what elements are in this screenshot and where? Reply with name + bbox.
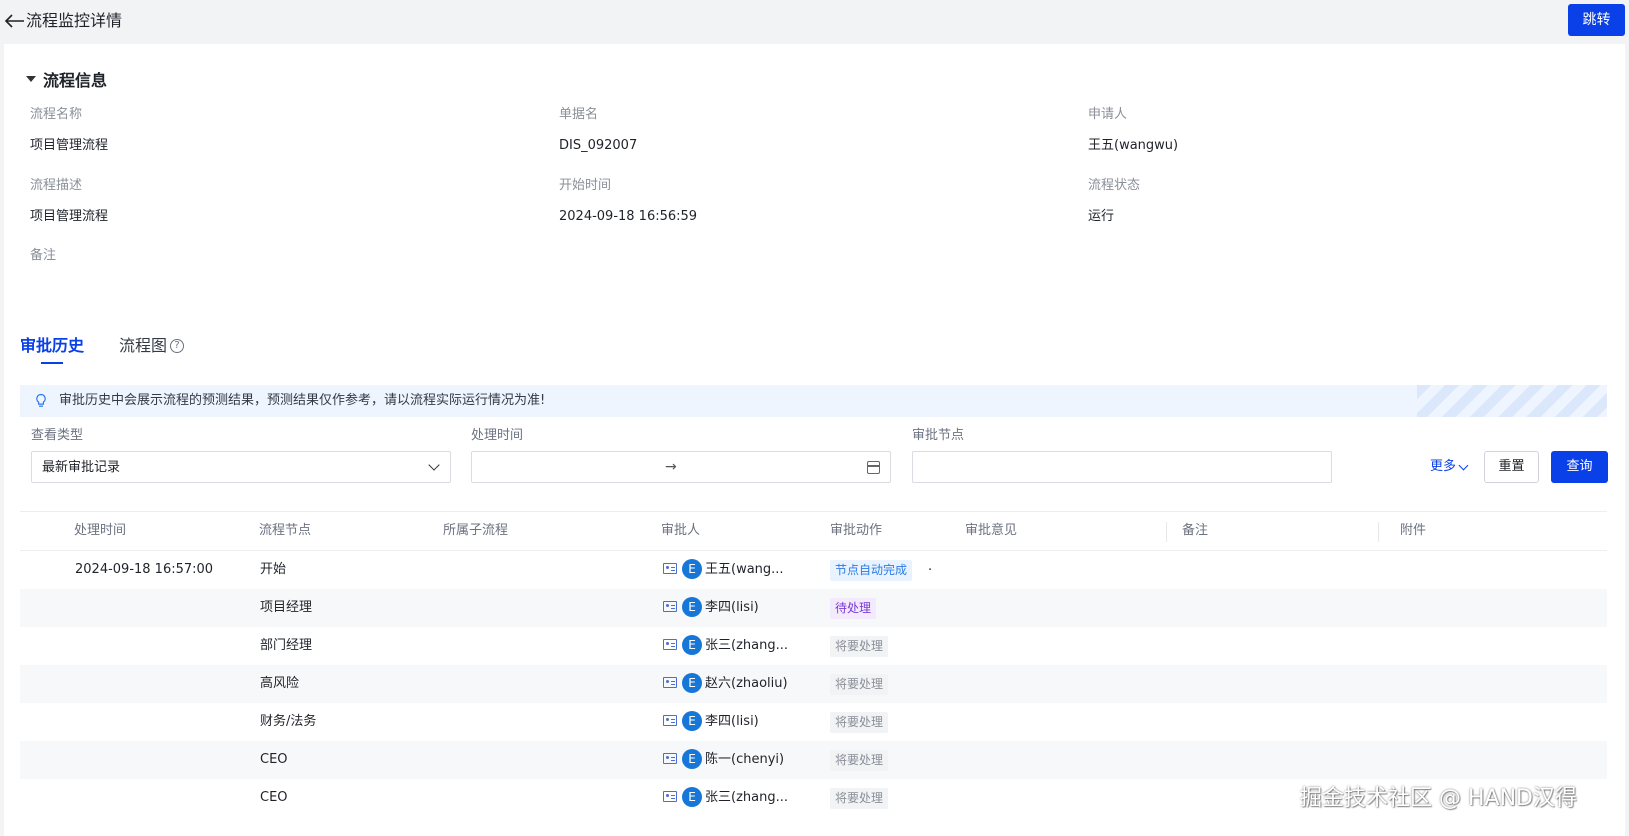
field-label: 单据名 xyxy=(559,107,599,122)
tab-approval-history[interactable]: 审批历史 xyxy=(20,335,84,357)
avatar: E xyxy=(682,635,702,655)
avatar: E xyxy=(682,559,702,579)
table-header: 处理时间 流程节点 所属子流程 审批人 审批动作 审批意见 备注 附件 xyxy=(20,511,1607,551)
cell-node: CEO xyxy=(260,790,288,805)
id-card-icon[interactable] xyxy=(663,601,677,612)
tab-label: 流程图 xyxy=(119,336,168,355)
jump-button[interactable]: 跳转 xyxy=(1568,4,1625,36)
chevron-down-icon xyxy=(1458,460,1469,470)
field-value: 王五(wangwu) xyxy=(1088,138,1179,153)
field-label: 备注 xyxy=(30,248,57,263)
cell-node: 部门经理 xyxy=(260,638,313,653)
help-icon[interactable]: ? xyxy=(170,339,185,353)
field-label: 申请人 xyxy=(1088,107,1128,122)
view-type-select[interactable]: 最新审批记录 xyxy=(31,451,451,483)
chevron-down-icon xyxy=(428,459,440,471)
id-card-icon[interactable] xyxy=(663,563,677,574)
cell-approver[interactable]: 李四(lisi) xyxy=(705,599,759,617)
id-card-icon[interactable] xyxy=(663,677,677,688)
cell-approver[interactable]: 张三(zhang... xyxy=(705,789,788,807)
cell-approver[interactable]: 张三(zhang... xyxy=(705,637,788,655)
table-row: 项目经理 E 李四(lisi) 待处理 xyxy=(20,589,1607,627)
page-title: 流程监控详情 xyxy=(26,11,123,30)
table-row: 财务/法务 E 李四(lisi) 将要处理 xyxy=(20,703,1607,741)
column-header: 流程节点 xyxy=(259,523,312,538)
field-value: DIS_092007 xyxy=(559,138,638,153)
status-badge: 将要处理 xyxy=(830,750,889,771)
filter-label-approval-node: 审批节点 xyxy=(912,428,965,443)
field-value: 2024-09-18 16:56:59 xyxy=(559,209,698,224)
field-label: 开始时间 xyxy=(559,178,612,193)
cell-approver[interactable]: 陈一(chenyi) xyxy=(705,751,784,769)
status-badge: 将要处理 xyxy=(830,636,889,657)
field-value: 项目管理流程 xyxy=(30,209,109,224)
status-badge: 节点自动完成 xyxy=(830,560,913,581)
field-value: 项目管理流程 xyxy=(30,138,109,153)
column-header: 附件 xyxy=(1400,523,1427,538)
section-title: 流程信息 xyxy=(43,71,108,90)
range-arrow-icon: → xyxy=(665,459,677,475)
notice-banner: 审批历史中会展示流程的预测结果，预测结果仅作参考，请以流程实际运行情况为准! xyxy=(20,385,1607,417)
notice-text: 审批历史中会展示流程的预测结果，预测结果仅作参考，请以流程实际运行情况为准! xyxy=(59,393,546,408)
column-header: 备注 xyxy=(1182,523,1209,538)
status-badge: 将要处理 xyxy=(830,712,889,733)
table-row: 部门经理 E 张三(zhang... 将要处理 xyxy=(20,627,1607,665)
cell-opinion: . xyxy=(928,559,933,574)
cell-time: 2024-09-18 16:57:00 xyxy=(75,562,214,577)
filter-label-process-time: 处理时间 xyxy=(471,428,524,443)
filter-label-view-type: 查看类型 xyxy=(31,428,84,443)
tab-flowchart[interactable]: 流程图 ? xyxy=(119,335,185,357)
cell-node: 高风险 xyxy=(260,676,300,691)
cell-approver[interactable]: 王五(wang... xyxy=(705,561,784,579)
cell-node: 财务/法务 xyxy=(260,714,317,729)
id-card-icon[interactable] xyxy=(663,791,677,802)
column-header: 审批人 xyxy=(661,523,701,538)
back-arrow-icon[interactable] xyxy=(4,10,26,32)
approval-node-input[interactable] xyxy=(912,451,1332,483)
active-tab-indicator xyxy=(41,362,63,364)
process-time-range[interactable]: → xyxy=(471,451,891,483)
status-badge: 将要处理 xyxy=(830,674,889,695)
query-button[interactable]: 查询 xyxy=(1551,451,1608,483)
table-row: 高风险 E 赵六(zhaoliu) 将要处理 xyxy=(20,665,1607,703)
reset-button[interactable]: 重置 xyxy=(1484,451,1539,483)
avatar: E xyxy=(682,787,702,807)
cell-node: 项目经理 xyxy=(260,600,313,615)
cell-approver[interactable]: 赵六(zhaoliu) xyxy=(705,675,788,693)
column-divider[interactable] xyxy=(1166,522,1167,542)
column-divider[interactable] xyxy=(1378,522,1379,542)
column-header: 审批动作 xyxy=(830,523,883,538)
table-row: 2024-09-18 16:57:00 开始 E 王五(wang... 节点自动… xyxy=(20,551,1607,589)
process-info-header[interactable]: 流程信息 xyxy=(26,68,107,90)
column-header: 处理时间 xyxy=(74,523,127,538)
column-header: 所属子流程 xyxy=(443,523,509,538)
status-badge: 待处理 xyxy=(830,598,877,619)
status-badge: 将要处理 xyxy=(830,788,889,809)
id-card-icon[interactable] xyxy=(663,753,677,764)
field-label: 流程名称 xyxy=(30,107,83,122)
column-header: 审批意见 xyxy=(965,523,1018,538)
field-label: 流程状态 xyxy=(1088,178,1141,193)
avatar: E xyxy=(682,673,702,693)
cell-node: CEO xyxy=(260,752,288,767)
more-label: 更多 xyxy=(1430,459,1457,474)
notice-decoration xyxy=(1417,385,1607,417)
table-row: CEO E 陈一(chenyi) 将要处理 xyxy=(20,741,1607,779)
field-value: 运行 xyxy=(1088,209,1115,224)
more-button[interactable]: 更多 xyxy=(1430,456,1469,478)
caret-down-icon xyxy=(26,76,36,82)
view-type-value: 最新审批记录 xyxy=(42,460,121,475)
cell-approver[interactable]: 李四(lisi) xyxy=(705,713,759,731)
bulb-icon xyxy=(36,393,46,407)
top-bar: 流程监控详情 跳转 xyxy=(0,0,1629,44)
watermark: 掘金技术社区 @ HAND汉得 xyxy=(1300,786,1577,811)
calendar-icon[interactable] xyxy=(867,461,880,474)
id-card-icon[interactable] xyxy=(663,715,677,726)
id-card-icon[interactable] xyxy=(663,639,677,650)
avatar: E xyxy=(682,597,702,617)
cell-node: 开始 xyxy=(260,562,287,577)
avatar: E xyxy=(682,749,702,769)
avatar: E xyxy=(682,711,702,731)
field-label: 流程描述 xyxy=(30,178,83,193)
